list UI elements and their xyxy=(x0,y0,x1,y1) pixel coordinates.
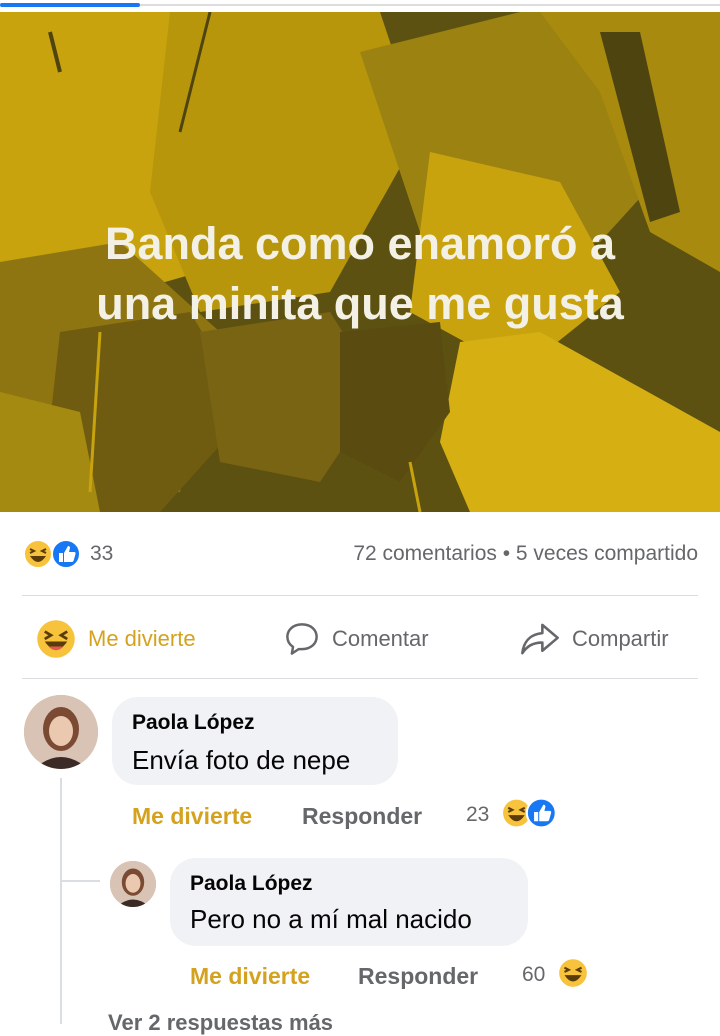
comment-like-button[interactable]: Me divierte xyxy=(132,803,252,830)
thread-line xyxy=(60,778,62,1024)
comment-reply-button[interactable]: Responder xyxy=(302,803,422,830)
divider xyxy=(22,595,698,596)
reply-like-button[interactable]: Me divierte xyxy=(190,963,310,990)
view-more-replies-link[interactable]: Ver 2 respuestas más xyxy=(108,1010,333,1036)
comment-button[interactable]: Comentar xyxy=(284,618,429,660)
laugh-icon[interactable] xyxy=(556,956,590,990)
post-caption-line1: Banda como enamoró a xyxy=(104,218,616,269)
comment-bubble: Paola López Envía foto de nepe xyxy=(112,697,398,785)
post-action-bar: Me divierte Comentar Compartir xyxy=(0,604,720,674)
reply-author[interactable]: Paola López xyxy=(190,872,313,896)
avatar[interactable] xyxy=(24,695,98,769)
me-divierte-label: Me divierte xyxy=(88,626,196,651)
avatar[interactable] xyxy=(110,861,156,907)
comment-text: Envía foto de nepe xyxy=(132,745,351,775)
comment-icon xyxy=(286,623,318,655)
reply-text: Pero no a mí mal nacido xyxy=(190,904,472,934)
laugh-icon xyxy=(37,620,75,658)
divider xyxy=(22,678,698,679)
comment-reaction-count[interactable]: 23 xyxy=(466,803,489,827)
reply-reply-button[interactable]: Responder xyxy=(358,963,478,990)
share-icon xyxy=(521,623,559,655)
top-progress-bar xyxy=(0,0,720,10)
share-label: Compartir xyxy=(572,626,669,651)
me-divierte-button[interactable]: Me divierte xyxy=(36,618,196,660)
reaction-count[interactable]: 33 xyxy=(90,542,113,566)
comment-label: Comentar xyxy=(332,626,429,651)
comment-reaction-icons[interactable] xyxy=(500,796,564,830)
share-button[interactable]: Compartir xyxy=(520,618,669,660)
laugh-icon xyxy=(23,539,53,569)
reaction-icons[interactable] xyxy=(22,538,84,570)
like-icon xyxy=(51,539,81,569)
comments-shares-count[interactable]: 72 comentarios • 5 veces compartido xyxy=(353,542,698,566)
post-caption: Banda como enamoró a una minita que me g… xyxy=(0,214,720,334)
post-stats: 33 72 comentarios • 5 veces compartido xyxy=(0,530,720,576)
comment-author[interactable]: Paola López xyxy=(132,711,255,735)
post-image[interactable]: Banda como enamoró a una minita que me g… xyxy=(0,12,720,512)
post-caption-line2: una minita que me gusta xyxy=(96,278,624,329)
reply-bubble: Paola López Pero no a mí mal nacido xyxy=(170,858,528,946)
thread-connector xyxy=(60,880,100,882)
like-icon xyxy=(525,797,557,829)
reply-reaction-count[interactable]: 60 xyxy=(522,963,545,987)
